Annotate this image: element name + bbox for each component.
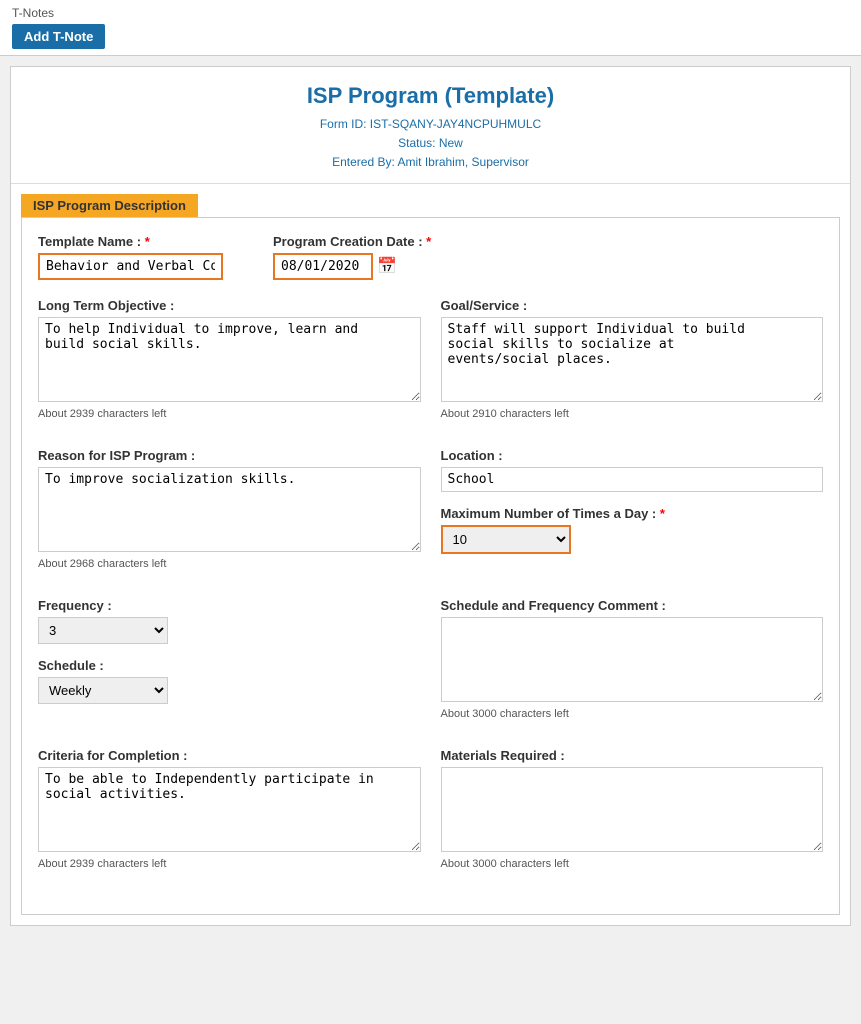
goal-service-textarea[interactable] [441, 317, 824, 402]
goal-service-chars-left: About 2910 characters left [441, 408, 824, 420]
reason-textarea[interactable] [38, 467, 421, 552]
schedule-freq-comment-textarea[interactable] [441, 617, 824, 702]
program-creation-date-label: Program Creation Date : * [273, 234, 431, 249]
add-tnote-button[interactable]: Add T-Note [12, 24, 105, 49]
max-times-label: Maximum Number of Times a Day : * [441, 506, 824, 521]
schedule-freq-comment-label: Schedule and Frequency Comment : [441, 598, 824, 613]
materials-textarea[interactable] [441, 767, 824, 852]
form-id: Form ID: IST-SQANY-JAY4NCPUHMULC [21, 115, 840, 134]
reason-chars-left: About 2968 characters left [38, 558, 421, 570]
long-term-objective-label: Long Term Objective : [38, 298, 421, 313]
page-container: ISP Program (Template) Form ID: IST-SQAN… [10, 66, 851, 926]
date-wrapper: 📅 [273, 253, 431, 280]
goal-service-label: Goal/Service : [441, 298, 824, 313]
long-term-objective-textarea[interactable] [38, 317, 421, 402]
tnotes-label: T-Notes [12, 6, 849, 20]
page-header: ISP Program (Template) Form ID: IST-SQAN… [11, 67, 850, 184]
location-input[interactable] [441, 467, 824, 492]
status: Status: New [21, 134, 840, 153]
max-times-select[interactable]: 123456789101112 [441, 525, 571, 554]
criteria-textarea[interactable] [38, 767, 421, 852]
frequency-label: Frequency : [38, 598, 421, 613]
top-bar: T-Notes Add T-Note [0, 0, 861, 56]
materials-label: Materials Required : [441, 748, 824, 763]
calendar-icon[interactable]: 📅 [377, 256, 397, 276]
form-body: Template Name : * Program Creation Date … [21, 217, 840, 915]
long-term-chars-left: About 2939 characters left [38, 408, 421, 420]
criteria-label: Criteria for Completion : [38, 748, 421, 763]
schedule-freq-chars-left: About 3000 characters left [441, 708, 824, 720]
entered-by: Entered By: Amit Ibrahim, Supervisor [21, 153, 840, 172]
program-creation-date-input[interactable] [273, 253, 373, 280]
template-name-label: Template Name : * [38, 234, 223, 249]
schedule-label: Schedule : [38, 658, 421, 673]
materials-chars-left: About 3000 characters left [441, 858, 824, 870]
schedule-select[interactable]: DailyWeeklyMonthly [38, 677, 168, 704]
page-title: ISP Program (Template) [21, 83, 840, 109]
reason-label: Reason for ISP Program : [38, 448, 421, 463]
section-header: ISP Program Description [21, 194, 198, 217]
criteria-chars-left: About 2939 characters left [38, 858, 421, 870]
frequency-select[interactable]: 1234567 [38, 617, 168, 644]
template-name-input[interactable] [38, 253, 223, 280]
location-label: Location : [441, 448, 824, 463]
